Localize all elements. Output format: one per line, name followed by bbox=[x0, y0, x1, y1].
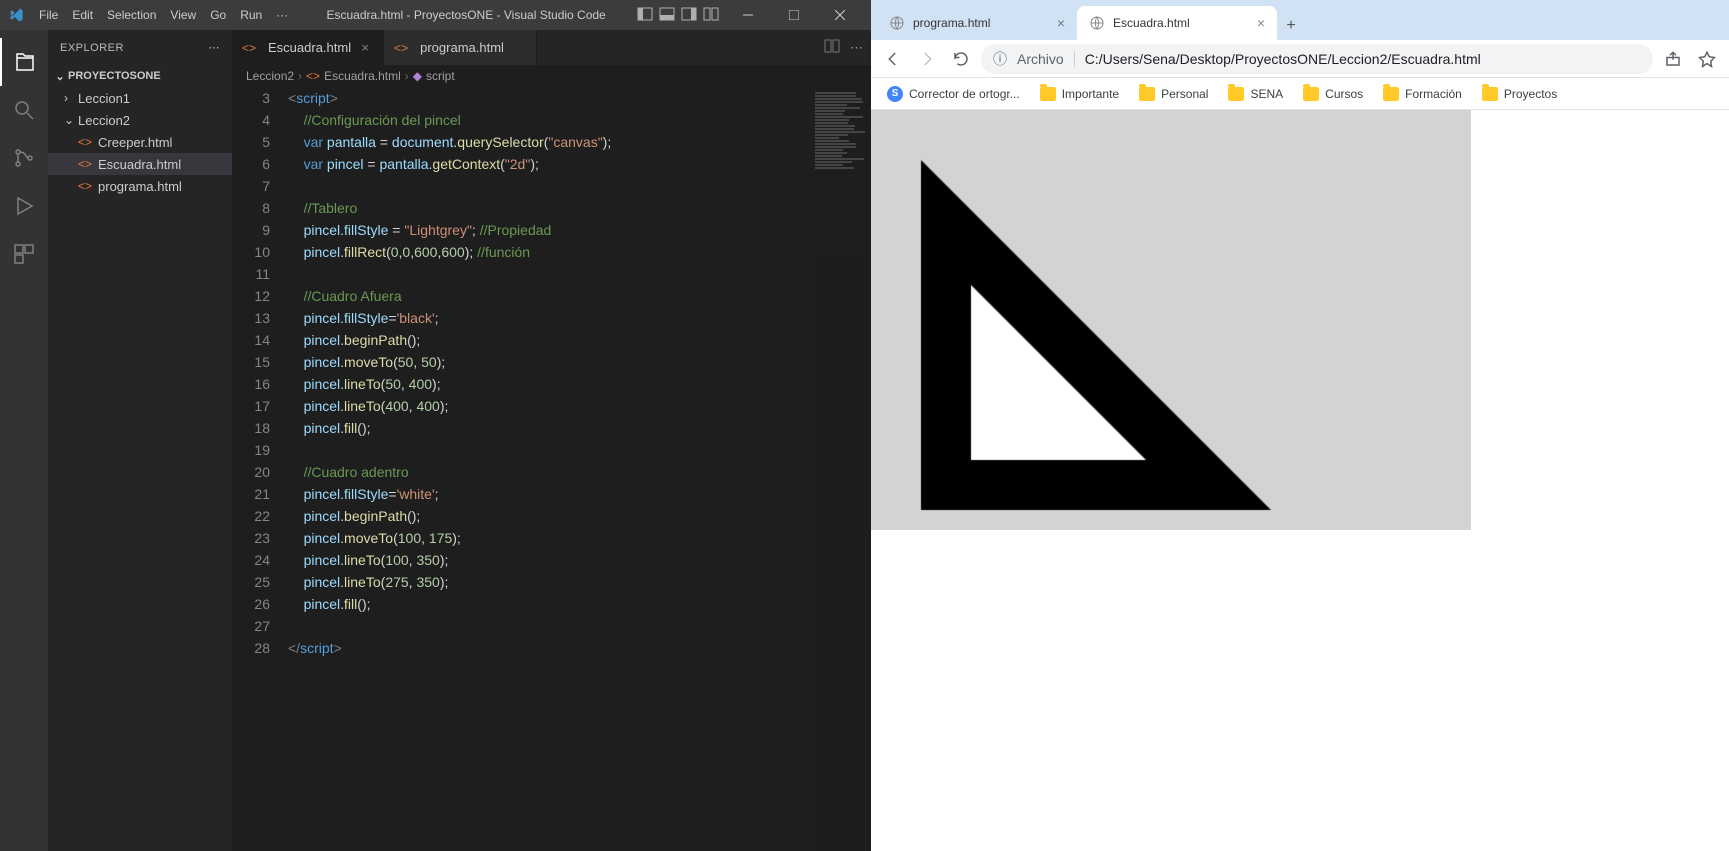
globe-icon bbox=[1089, 15, 1105, 31]
vscode-window: FileEditSelectionViewGoRun··· Escuadra.h… bbox=[0, 0, 871, 851]
url-text: C:/Users/Sena/Desktop/ProyectosONE/Lecci… bbox=[1085, 51, 1641, 67]
folder-leccion1[interactable]: ›Leccion1 bbox=[48, 87, 232, 109]
code-content[interactable]: <script> //Configuración del pincel var … bbox=[288, 87, 815, 851]
explorer-header: EXPLORER ⋯ bbox=[48, 30, 232, 65]
folder-icon bbox=[1228, 87, 1244, 101]
browser-toolbar: ⓘ Archivo C:/Users/Sena/Desktop/Proyecto… bbox=[871, 40, 1729, 78]
bookmark-proyectos[interactable]: Proyectos bbox=[1474, 83, 1565, 105]
tab-programa.html[interactable]: <>programa.html bbox=[384, 30, 537, 65]
window-title: Escuadra.html - ProyectosONE - Visual St… bbox=[295, 8, 637, 22]
bookmark-personal[interactable]: Personal bbox=[1131, 83, 1216, 105]
close-tab-icon[interactable]: × bbox=[1257, 15, 1265, 31]
menu-bar: FileEditSelectionViewGoRun··· bbox=[32, 0, 295, 30]
editor-tabs: <>Escuadra.html×<>programa.html ⋯ bbox=[232, 30, 871, 65]
bookmarks-bar: SCorrector de ortogr...ImportantePersona… bbox=[871, 78, 1729, 110]
reload-button[interactable] bbox=[947, 45, 975, 73]
activity-bar bbox=[0, 30, 48, 851]
explorer-title: EXPLORER bbox=[60, 42, 124, 54]
url-scheme-label: Archivo bbox=[1017, 51, 1064, 67]
site-icon: S bbox=[887, 86, 903, 102]
menu-view[interactable]: View bbox=[163, 8, 203, 22]
file-escuadra.html[interactable]: <>Escuadra.html bbox=[48, 153, 232, 175]
browser-tab-escuadra.html[interactable]: Escuadra.html× bbox=[1077, 6, 1277, 40]
menu-edit[interactable]: Edit bbox=[65, 8, 100, 22]
breadcrumb-escuadra.html[interactable]: Escuadra.html bbox=[324, 69, 401, 83]
maximize-button[interactable] bbox=[771, 0, 817, 30]
bookmark-sena[interactable]: SENA bbox=[1220, 83, 1291, 105]
breadcrumb-leccion2[interactable]: Leccion2 bbox=[246, 69, 294, 83]
chevron-down-icon: ⌄ bbox=[52, 70, 68, 83]
bookmark-importante[interactable]: Importante bbox=[1032, 83, 1127, 105]
split-editor-icon[interactable] bbox=[824, 38, 840, 57]
page-viewport[interactable] bbox=[871, 110, 1729, 851]
close-tab-icon[interactable]: × bbox=[357, 40, 373, 55]
menu-···[interactable]: ··· bbox=[269, 8, 295, 22]
file-tree: ›Leccion1⌄Leccion2<>Creeper.html<>Escuad… bbox=[48, 87, 232, 197]
layout-icon[interactable] bbox=[703, 6, 719, 25]
file-programa.html[interactable]: <>programa.html bbox=[48, 175, 232, 197]
file-creeper.html[interactable]: <>Creeper.html bbox=[48, 131, 232, 153]
folder-icon bbox=[1383, 87, 1399, 101]
project-root[interactable]: ⌄ PROYECTOSONE bbox=[48, 65, 232, 87]
menu-selection[interactable]: Selection bbox=[100, 8, 163, 22]
more-actions-icon[interactable]: ⋯ bbox=[850, 40, 863, 56]
bookmark-cursos[interactable]: Cursos bbox=[1295, 83, 1371, 105]
scm-view-button[interactable] bbox=[0, 134, 48, 182]
back-button[interactable] bbox=[879, 45, 907, 73]
extensions-view-button[interactable] bbox=[0, 230, 48, 278]
forward-button[interactable] bbox=[913, 45, 941, 73]
project-name: PROYECTOSONE bbox=[68, 70, 161, 82]
debug-view-button[interactable] bbox=[0, 182, 48, 230]
breadcrumb-script[interactable]: script bbox=[426, 69, 455, 83]
search-view-button[interactable] bbox=[0, 86, 48, 134]
share-button[interactable] bbox=[1659, 45, 1687, 73]
window-controls bbox=[725, 0, 863, 30]
title-bar: FileEditSelectionViewGoRun··· Escuadra.h… bbox=[0, 0, 871, 30]
page-canvas bbox=[871, 110, 1471, 530]
explorer-view-button[interactable] bbox=[0, 38, 48, 86]
vscode-logo-icon bbox=[8, 7, 24, 23]
bookmark-formaci-n[interactable]: Formación bbox=[1375, 83, 1470, 105]
panel-left-icon[interactable] bbox=[637, 6, 653, 25]
folder-icon bbox=[1139, 87, 1155, 101]
code-editor[interactable]: 3456789101112131415161718192021222324252… bbox=[232, 87, 871, 851]
close-tab-icon[interactable]: × bbox=[1057, 15, 1065, 31]
more-icon[interactable]: ⋯ bbox=[209, 41, 221, 54]
folder-icon bbox=[1040, 87, 1056, 101]
menu-go[interactable]: Go bbox=[203, 8, 233, 22]
explorer-sidebar: EXPLORER ⋯ ⌄ PROYECTOSONE ›Leccion1⌄Lecc… bbox=[48, 30, 232, 851]
chrome-window: programa.html×Escuadra.html× + ⓘ Archivo… bbox=[871, 0, 1729, 851]
panel-bottom-icon[interactable] bbox=[659, 6, 675, 25]
folder-icon bbox=[1303, 87, 1319, 101]
panel-right-icon[interactable] bbox=[681, 6, 697, 25]
address-bar[interactable]: ⓘ Archivo C:/Users/Sena/Desktop/Proyecto… bbox=[981, 44, 1653, 74]
bookmark-star-button[interactable] bbox=[1693, 45, 1721, 73]
close-button[interactable] bbox=[817, 0, 863, 30]
new-tab-button[interactable]: + bbox=[1277, 12, 1305, 40]
folder-leccion2[interactable]: ⌄Leccion2 bbox=[48, 109, 232, 131]
site-info-icon[interactable]: ⓘ bbox=[993, 49, 1007, 69]
breadcrumb[interactable]: Leccion2›<> Escuadra.html›◆ script bbox=[232, 65, 871, 87]
layout-controls bbox=[637, 6, 719, 25]
browser-tab-strip: programa.html×Escuadra.html× + bbox=[871, 0, 1729, 40]
minimize-button[interactable] bbox=[725, 0, 771, 30]
line-gutter: 3456789101112131415161718192021222324252… bbox=[232, 87, 288, 851]
bookmark-corrector-de-ortogr-[interactable]: SCorrector de ortogr... bbox=[879, 82, 1028, 106]
minimap[interactable] bbox=[815, 87, 871, 851]
globe-icon bbox=[889, 15, 905, 31]
menu-file[interactable]: File bbox=[32, 8, 65, 22]
editor-group: <>Escuadra.html×<>programa.html ⋯ Leccio… bbox=[232, 30, 871, 851]
menu-run[interactable]: Run bbox=[233, 8, 269, 22]
divider bbox=[1074, 51, 1075, 67]
browser-tab-programa.html[interactable]: programa.html× bbox=[877, 6, 1077, 40]
tab-escuadra.html[interactable]: <>Escuadra.html× bbox=[232, 30, 384, 65]
folder-icon bbox=[1482, 87, 1498, 101]
